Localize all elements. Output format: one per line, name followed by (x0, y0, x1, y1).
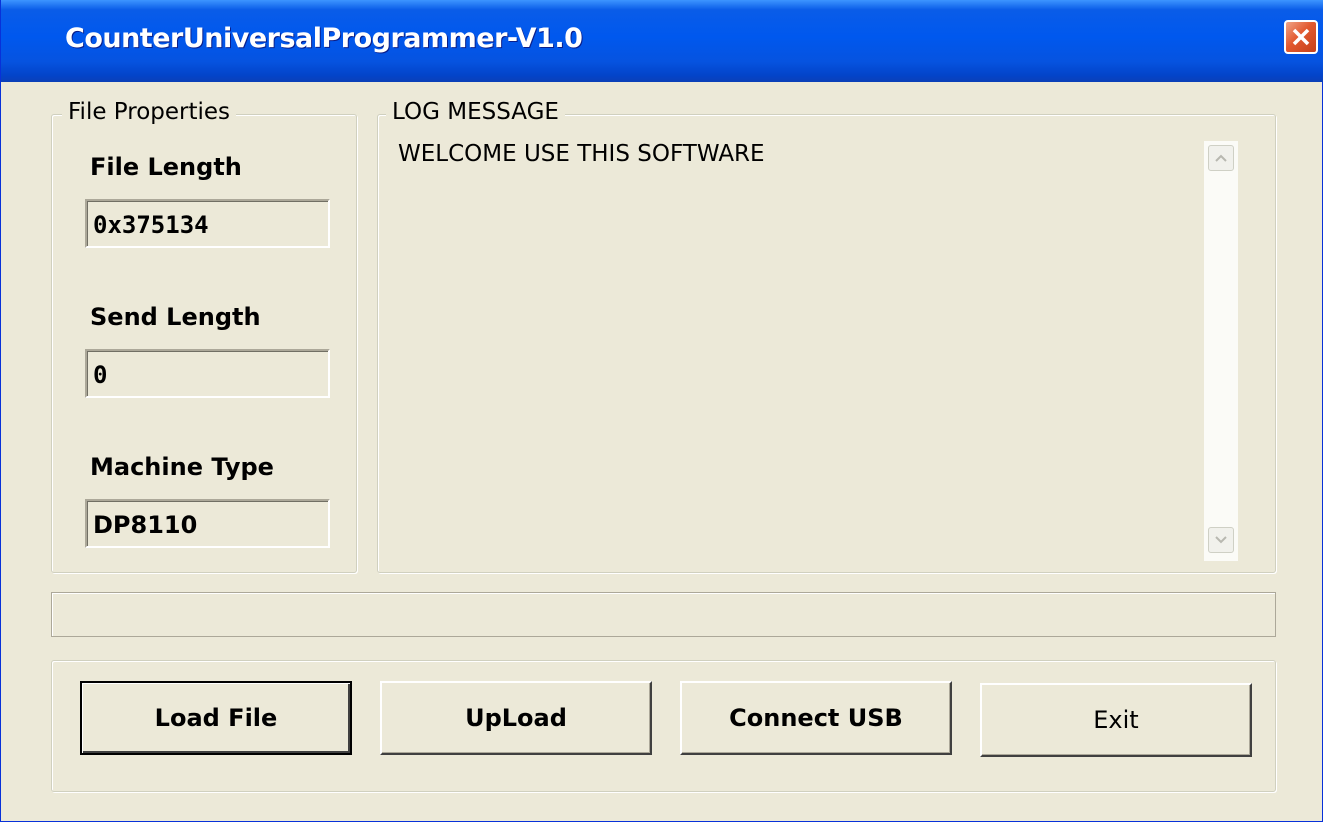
scroll-down-button[interactable] (1208, 527, 1234, 553)
exit-button[interactable]: Exit (980, 683, 1252, 757)
scroll-up-button[interactable] (1208, 145, 1234, 171)
scroll-up-icon (1215, 154, 1227, 162)
log-line: WELCOME USE THIS SOFTWARE (398, 141, 765, 167)
close-icon (1292, 28, 1310, 46)
scroll-down-icon (1215, 536, 1227, 544)
file-length-label: File Length (90, 153, 242, 181)
buttons-group: Load File UpLoad Connect USB Exit (51, 660, 1276, 792)
app-window: CounterUniversalProgrammer-V1.0 File Pro… (0, 0, 1323, 822)
log-scrollbar[interactable] (1204, 141, 1238, 561)
log-message-group: LOG MESSAGE WELCOME USE THIS SOFTWARE (377, 99, 1276, 573)
machine-type-field: DP8110 (85, 499, 330, 548)
progress-bar (51, 592, 1276, 637)
connect-usb-button[interactable]: Connect USB (680, 681, 952, 755)
load-file-button[interactable]: Load File (80, 681, 352, 755)
client-area: File Properties File Length 0x375134 Sen… (11, 82, 1314, 814)
machine-type-label: Machine Type (90, 453, 274, 481)
close-button[interactable] (1284, 20, 1318, 54)
log-message-legend: LOG MESSAGE (386, 99, 565, 125)
send-length-label: Send Length (90, 303, 261, 331)
file-properties-group: File Properties File Length 0x375134 Sen… (51, 99, 357, 573)
title-bar[interactable]: CounterUniversalProgrammer-V1.0 (1, 0, 1323, 82)
file-length-field: 0x375134 (85, 199, 330, 248)
send-length-field: 0 (85, 349, 330, 398)
window-title: CounterUniversalProgrammer-V1.0 (65, 23, 583, 54)
file-properties-legend: File Properties (62, 99, 237, 125)
upload-button[interactable]: UpLoad (380, 681, 652, 755)
log-text-area[interactable]: WELCOME USE THIS SOFTWARE (398, 141, 1220, 555)
